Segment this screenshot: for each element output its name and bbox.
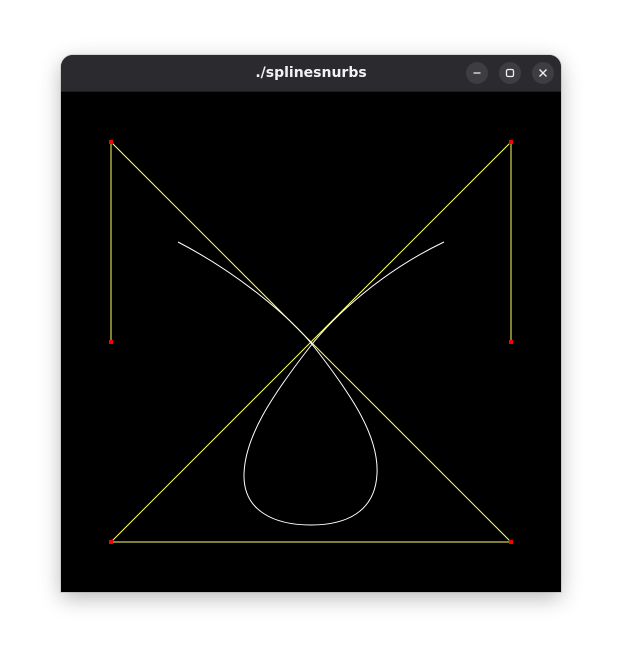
maximize-button[interactable] bbox=[499, 62, 521, 84]
render-canvas[interactable] bbox=[61, 92, 561, 592]
control-point[interactable] bbox=[509, 340, 513, 344]
app-window: ./splinesnurbs bbox=[61, 55, 561, 592]
close-icon bbox=[539, 69, 547, 77]
control-point[interactable] bbox=[109, 140, 113, 144]
title-bar[interactable]: ./splinesnurbs bbox=[61, 55, 561, 92]
minimize-button[interactable] bbox=[466, 62, 488, 84]
nurbs-curve bbox=[177, 241, 445, 526]
maximize-icon bbox=[505, 68, 515, 78]
minimize-icon bbox=[473, 72, 481, 74]
control-point[interactable] bbox=[509, 140, 513, 144]
control-point[interactable] bbox=[509, 540, 513, 544]
nurbs-scene bbox=[109, 140, 513, 544]
control-polygon bbox=[109, 140, 513, 543]
close-button[interactable] bbox=[532, 62, 554, 84]
control-point[interactable] bbox=[109, 540, 113, 544]
control-point[interactable] bbox=[109, 340, 113, 344]
